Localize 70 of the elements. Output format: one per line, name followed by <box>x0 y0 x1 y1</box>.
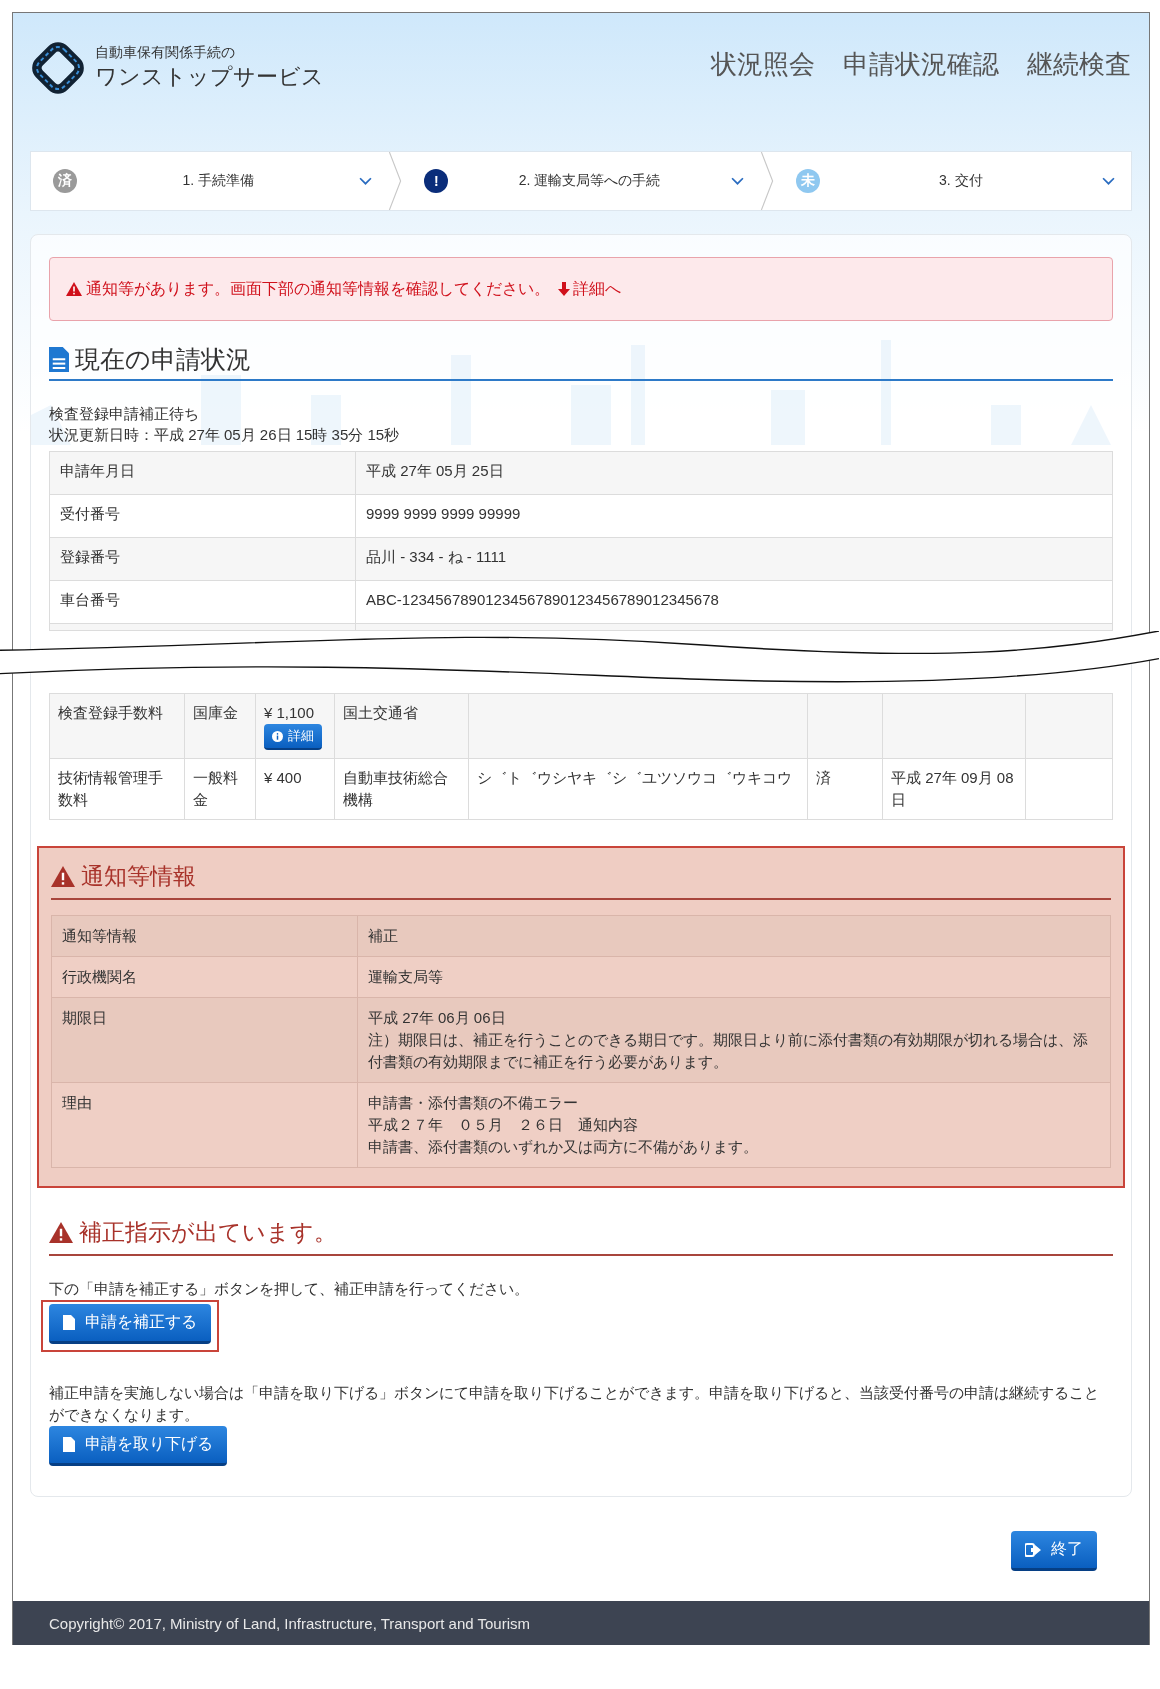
correct-application-button[interactable]: 申請を補正する <box>49 1304 211 1344</box>
nav-link[interactable]: 申請状況確認 <box>843 47 999 82</box>
exit-button[interactable]: 終了 <box>1011 1531 1097 1571</box>
table-cell: 済 <box>807 758 883 820</box>
instruction-text: 下の「申請を補正する」ボタンを押して、補正申請を行ってください。 <box>49 1279 530 1299</box>
table-cell: 品川 - 334 - ね - 1111 <box>355 537 1113 581</box>
table-cell: 自動車技術総合機構 <box>334 758 469 820</box>
table-cell: 理由 <box>51 1082 358 1168</box>
withdraw-text: 補正申請を実施しない場合は「申請を取り下げる」ボタンにて申請を取り下げることができます。申請を取り下げると、当該受付番号の申請は継続することができなくなります。 <box>49 1383 1100 1425</box>
step-label: 2. 運輸支局等への手続 <box>517 172 662 190</box>
step-label: 3. 交付 <box>938 172 984 190</box>
step-separator <box>388 152 403 210</box>
table-cell: 国土交通省 <box>334 693 469 759</box>
step-badge: 未 <box>795 169 820 193</box>
logo-title: ワンストップサービス <box>95 63 324 91</box>
table-cell: 運輸支局等 <box>357 956 1111 998</box>
table-cell: 補正 <box>357 915 1111 957</box>
table-cell: 平成 27年 05月 25日 <box>355 451 1113 495</box>
step-separator <box>759 152 774 210</box>
table-cell: 技術情報管理手数料 <box>49 758 185 820</box>
notice-title: 通知等情報 <box>81 861 196 891</box>
warning-icon <box>51 865 75 887</box>
logo-icon <box>29 39 87 97</box>
table-cell: 9999 9999 9999 99999 <box>355 494 1113 538</box>
updated-time: 状況更新日時：平成 27年 05月 26日 15時 35分 15秒 <box>49 425 401 445</box>
fee-amount: ¥ 1,100 <box>264 703 316 723</box>
table-cell: ABC-12345678901234567890123456789012345678 <box>355 580 1113 624</box>
withdraw-application-button[interactable]: 申請を取り下げる <box>49 1426 227 1466</box>
chevron-down-icon <box>1102 176 1115 186</box>
warning-icon <box>49 1221 73 1243</box>
table-cell: 申請年月日 <box>49 451 356 495</box>
document-icon <box>63 1315 75 1330</box>
table-cell: 平成 27年 09月 08日 <box>882 758 1026 820</box>
logo-subtitle: 自動車保有関係手続の <box>95 44 236 62</box>
sign-out-icon <box>1025 1542 1041 1557</box>
copyright-text: Copyright© 2017, Ministry of Land, Infrastructure, Transport and Tourism <box>49 1614 530 1632</box>
table-cell: 車台番号 <box>49 580 356 624</box>
step-item[interactable]: 未 3. 交付 <box>773 152 1131 210</box>
warning-icon <box>66 282 82 296</box>
table-cell: 期限日 <box>51 997 358 1083</box>
table-cell: 行政機関名 <box>51 956 358 998</box>
table-cell: 平成 27年 06月 06日 注）期限日は、補正を行うことのできる期日です。期限日より前に添付書類の有効期限が切れる場合は、添付書類の有効期限までに補正を行う必要があります。 <box>357 997 1111 1083</box>
table-cell: 登録番号 <box>49 537 356 581</box>
table-cell: 申請書・添付書類の不備エラー 平成２７年 ０５月 ２６日 通知内容 申請書、添付書類のいずれか又は両方に不備があります。 <box>357 1082 1111 1168</box>
nav-link[interactable]: 状況照会 <box>711 47 815 82</box>
chevron-down-icon <box>359 176 373 186</box>
table-cell: 受付番号 <box>49 494 356 538</box>
step-item[interactable]: ! 2. 運輸支局等への手続 <box>402 152 760 210</box>
step-badge: ! <box>424 169 449 193</box>
step-badge: 済 <box>53 169 77 193</box>
arrow-down-icon <box>558 282 570 296</box>
table-cell: 検査登録手数料 <box>49 693 185 759</box>
document-icon <box>63 1437 75 1452</box>
alert-message: 通知等があります。画面下部の通知等情報を確認してください。 <box>86 278 550 299</box>
info-icon <box>272 730 283 742</box>
step-item[interactable]: 済 1. 手続準備 <box>31 152 389 210</box>
status-text: 検査登録申請補正待ち <box>49 404 200 424</box>
document-icon <box>49 346 69 372</box>
table-cell: 一般料金 <box>184 758 256 820</box>
correction-title: 補正指示が出ています。 <box>79 1217 337 1247</box>
chevron-down-icon <box>730 176 744 186</box>
section-title: 現在の申請状況 <box>75 343 251 375</box>
table-cell: 国庫金 <box>184 693 256 759</box>
details-button[interactable]: 詳細 <box>264 724 322 750</box>
details-link[interactable]: 詳細へ <box>558 278 621 300</box>
table-cell: 通知等情報 <box>51 915 358 957</box>
step-label: 1. 手続準備 <box>181 172 255 190</box>
table-cell: シ゛ト゛ウシヤキ゛シ゛ユツソウコ゛ウキコウ <box>468 758 808 820</box>
table-cell: ¥ 400 <box>255 758 335 820</box>
nav-link[interactable]: 継続検査 <box>1027 47 1131 82</box>
